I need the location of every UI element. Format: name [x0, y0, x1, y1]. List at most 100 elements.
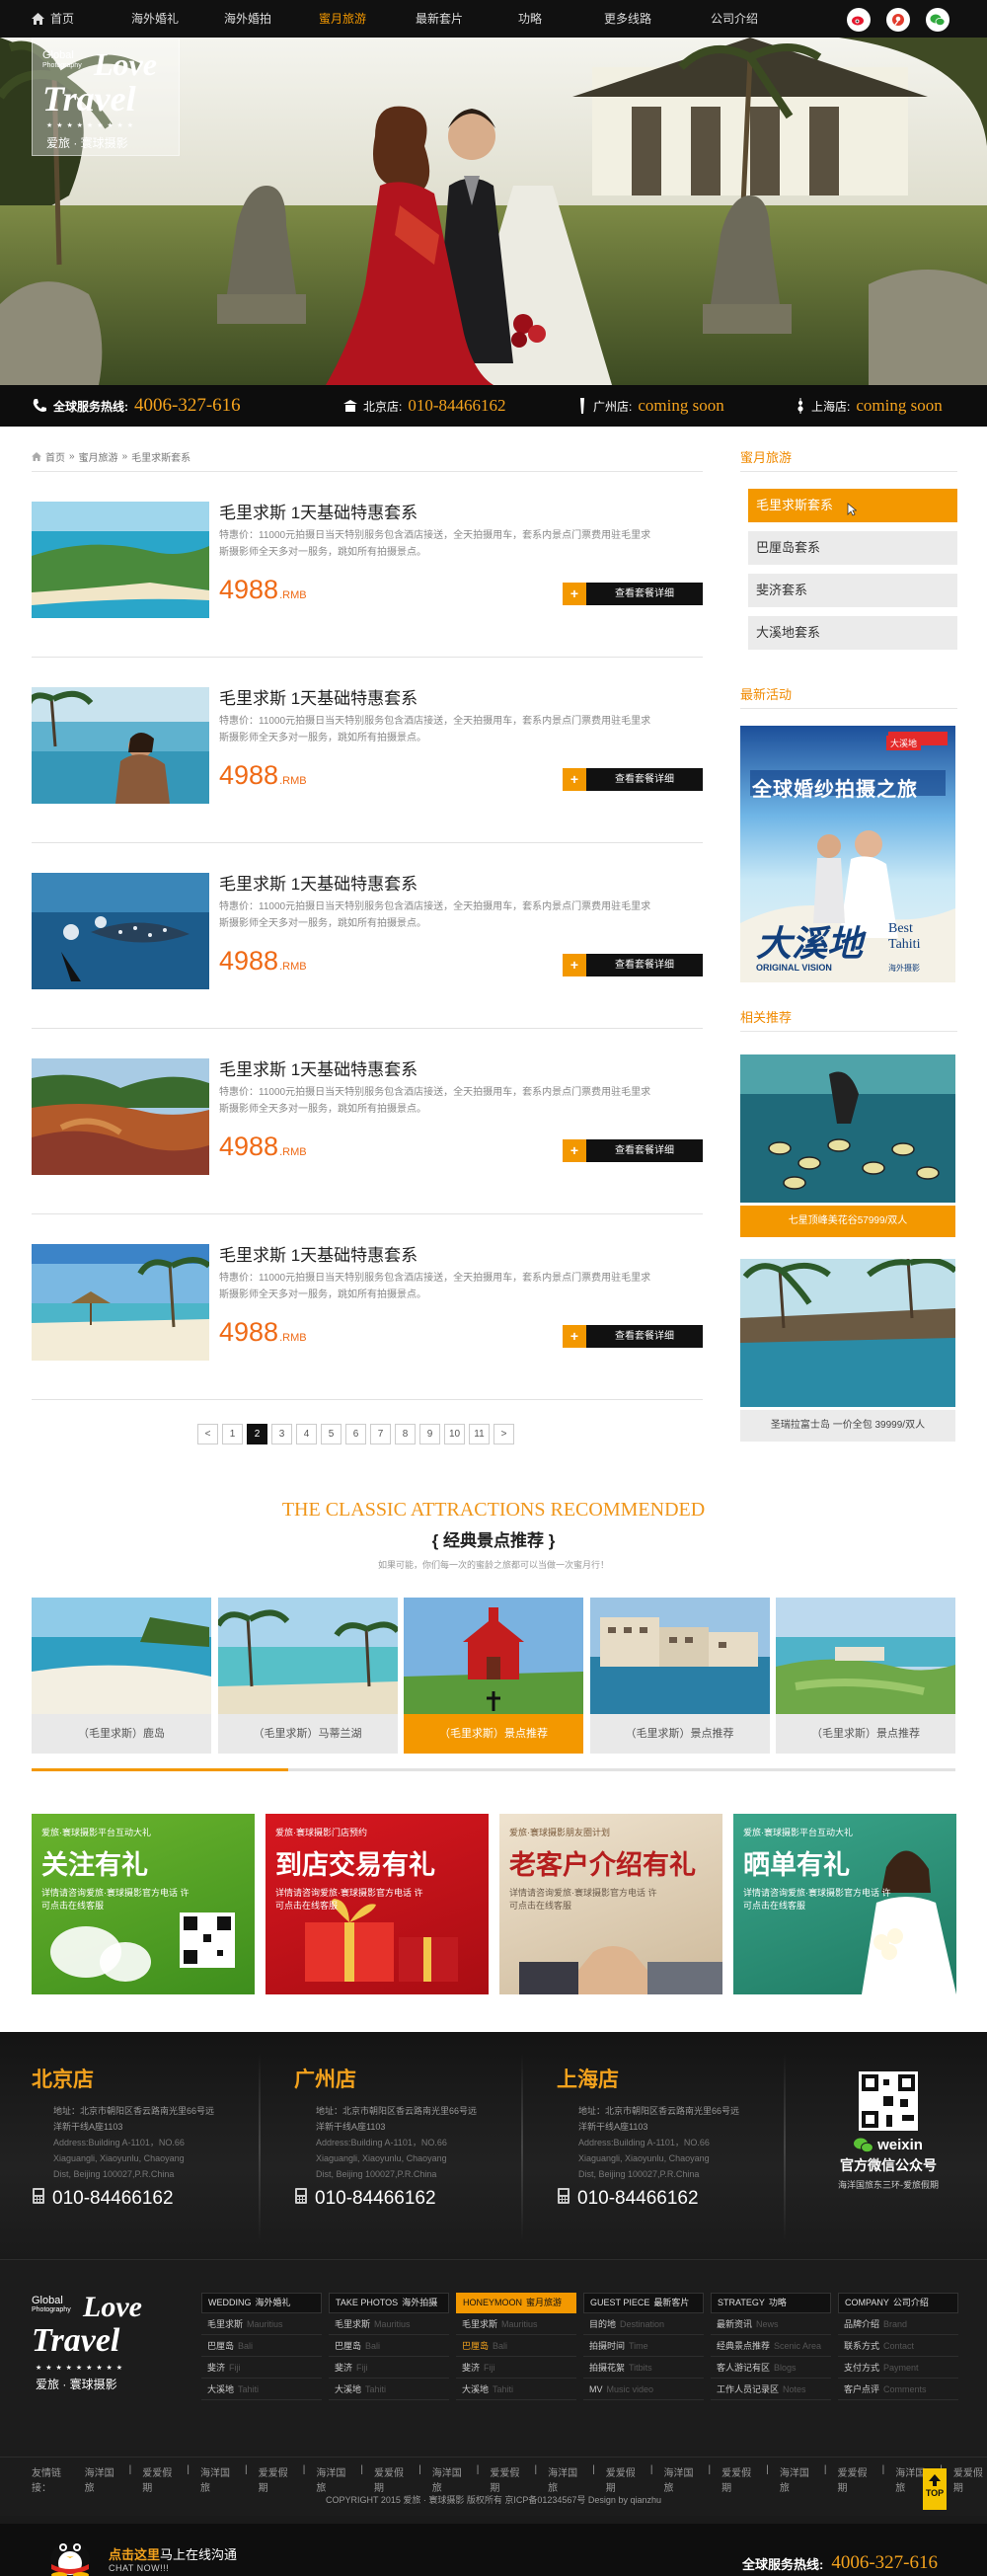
pager-page[interactable]: 9	[419, 1424, 440, 1444]
footer-nav-heading[interactable]: COMPANY 公司介绍	[838, 2293, 958, 2313]
friend-link[interactable]: 海洋国旅	[780, 2464, 813, 2494]
package-thumbnail[interactable]	[32, 502, 209, 618]
package-title[interactable]: 毛里求斯 1天基础特惠套系	[219, 684, 418, 709]
footer-nav-link[interactable]: 巴厘岛 Bali	[201, 2335, 322, 2357]
package-title[interactable]: 毛里求斯 1天基础特惠套系	[219, 499, 418, 523]
attraction-card[interactable]: （毛里求斯）马蒂兰湖	[217, 1598, 398, 1754]
package-thumbnail[interactable]	[32, 1244, 209, 1361]
view-package-button[interactable]: + 查看套餐详细	[563, 1325, 703, 1348]
tencent-weibo-icon[interactable]	[886, 8, 910, 32]
footer-nav-link[interactable]: 巴厘岛 Bali	[329, 2335, 449, 2357]
friend-link[interactable]: 海洋国旅	[316, 2464, 349, 2494]
nav-home[interactable]: 首页	[0, 0, 109, 38]
sidebar-menu-item[interactable]: 大溪地套系	[748, 616, 957, 650]
pager-prev[interactable]: <	[197, 1424, 218, 1444]
friend-link[interactable]: 爱爱假期	[953, 2464, 987, 2494]
pager-page[interactable]: 1	[222, 1424, 243, 1444]
pager-page[interactable]: 3	[271, 1424, 292, 1444]
friend-link[interactable]: 爱爱假期	[721, 2464, 755, 2494]
footer-nav-link[interactable]: 支付方式 Payment	[838, 2357, 958, 2379]
nav-item[interactable]: 最新套片	[391, 0, 488, 38]
package-thumbnail[interactable]	[32, 1058, 209, 1175]
package-thumbnail[interactable]	[32, 687, 209, 804]
breadcrumb-home[interactable]: 首页	[45, 449, 65, 464]
breadcrumb-honeymoon[interactable]: 蜜月旅游	[79, 449, 118, 464]
promo-store-visit[interactable]: 爱旅·寰球摄影门店预约 到店交易有礼 详情请咨询爱旅·寰球摄影官方电话 许可点击…	[266, 1814, 489, 1994]
package-thumbnail[interactable]	[32, 873, 209, 989]
view-package-button[interactable]: + 查看套餐详细	[563, 583, 703, 605]
friend-link[interactable]: 爱爱假期	[490, 2464, 523, 2494]
attraction-card[interactable]: （毛里求斯）景点推荐	[404, 1598, 583, 1754]
view-package-button[interactable]: + 查看套餐详细	[563, 954, 703, 976]
friend-link[interactable]: 爱爱假期	[142, 2464, 176, 2494]
footer-nav-link[interactable]: 经典景点推荐 Scenic Area	[711, 2335, 831, 2357]
footer-nav-link[interactable]: 联系方式 Contact	[838, 2335, 958, 2357]
attraction-card[interactable]: （毛里求斯）景点推荐	[776, 1598, 955, 1754]
footer-nav-link[interactable]: 目的地 Destination	[583, 2313, 704, 2335]
pager-page[interactable]: 10	[444, 1424, 465, 1444]
view-package-button[interactable]: + 查看套餐详细	[563, 1139, 703, 1162]
back-to-top-button[interactable]: TOP	[923, 2468, 947, 2510]
footer-nav-link[interactable]: 巴厘岛 Bali	[456, 2335, 576, 2357]
promo-referral[interactable]: 爱旅·寰球摄影朋友圈计划 老客户介绍有礼 详情请咨询爱旅·寰球摄影官方电话 许可…	[499, 1814, 722, 1994]
nav-item[interactable]: 蜜月旅游	[294, 0, 391, 38]
footer-nav-link[interactable]: 毛里求斯 Mauritius	[329, 2313, 449, 2335]
sidebar-menu-item[interactable]: 巴厘岛套系	[748, 531, 957, 565]
footer-nav-link[interactable]: 客人游记有区 Blogs	[711, 2357, 831, 2379]
site-logo[interactable]: Global Photography Love Travel ★ ★ ★ ★ ★…	[32, 38, 180, 156]
friend-link[interactable]: 爱爱假期	[374, 2464, 408, 2494]
package-title[interactable]: 毛里求斯 1天基础特惠套系	[219, 1241, 418, 1266]
related-card[interactable]: 圣瑞拉富士岛 一价全包 39999/双人	[740, 1257, 957, 1442]
nav-item[interactable]: 更多线路	[572, 0, 683, 38]
friend-link[interactable]: 爱爱假期	[838, 2464, 872, 2494]
footer-nav-heading[interactable]: HONEYMOON 蜜月旅游	[456, 2293, 576, 2313]
footer-nav-link[interactable]: 品牌介绍 Brand	[838, 2313, 958, 2335]
wechat-icon[interactable]	[926, 8, 949, 32]
footer-nav-heading[interactable]: GUEST PIECE 最新客片	[583, 2293, 704, 2313]
sidebar-menu-item[interactable]: 毛里求斯套系	[748, 489, 957, 522]
promo-share[interactable]: 爱旅·寰球摄影平台互动大礼 晒单有礼 详情请咨询爱旅·寰球摄影官方电话 许可点击…	[733, 1814, 956, 1994]
nav-item[interactable]: 功略	[488, 0, 572, 38]
footer-nav-link[interactable]: 拍摄时间 Time	[583, 2335, 704, 2357]
nav-item[interactable]: 海外婚礼	[109, 0, 201, 38]
online-chat-link[interactable]: 点击这里马上在线沟通 CHAT NOW!!!	[109, 2544, 237, 2573]
footer-nav-link[interactable]: 大溪地 Tahiti	[329, 2379, 449, 2400]
friend-link[interactable]: 爱爱假期	[259, 2464, 292, 2494]
pager-page[interactable]: 2	[247, 1424, 267, 1444]
promo-follow[interactable]: 爱旅·寰球摄影平台互动大礼 关注有礼 详情请咨询爱旅·寰球摄影官方电话 许可点击…	[32, 1814, 255, 1994]
footer-nav-link[interactable]: MV Music video	[583, 2379, 704, 2400]
package-title[interactable]: 毛里求斯 1天基础特惠套系	[219, 1055, 418, 1080]
pager-page[interactable]: 7	[370, 1424, 391, 1444]
view-package-button[interactable]: + 查看套餐详细	[563, 768, 703, 791]
footer-nav-link[interactable]: 大溪地 Tahiti	[201, 2379, 322, 2400]
footer-nav-link[interactable]: 客户点评 Comments	[838, 2379, 958, 2400]
attraction-card[interactable]: （毛里求斯）鹿岛	[32, 1598, 211, 1754]
pager-page[interactable]: 5	[321, 1424, 342, 1444]
weibo-icon[interactable]	[847, 8, 871, 32]
attraction-card[interactable]: （毛里求斯）景点推荐	[589, 1598, 770, 1754]
activity-poster[interactable]: 大溪地 全球婚纱拍摄之旅 大溪地 Best Tahiti ORIGINAL VI…	[740, 726, 955, 982]
pager-page[interactable]: 11	[469, 1424, 490, 1444]
related-card[interactable]: 七星顶峰美花谷57999/双人	[740, 1054, 955, 1237]
friend-link[interactable]: 海洋国旅	[432, 2464, 466, 2494]
footer-logo[interactable]: Global Photography Love Travel ★ ★ ★ ★ ★…	[32, 2291, 170, 2399]
pager-next[interactable]: >	[494, 1424, 514, 1444]
pager-page[interactable]: 8	[395, 1424, 416, 1444]
footer-nav-link[interactable]: 工作人员记录区 Notes	[711, 2379, 831, 2400]
footer-nav-heading[interactable]: STRATEGY 功略	[711, 2293, 831, 2313]
footer-nav-link[interactable]: 斐济 Fiji	[329, 2357, 449, 2379]
friend-link[interactable]: 海洋国旅	[200, 2464, 234, 2494]
wechat-qr-code[interactable]	[859, 2071, 918, 2131]
sidebar-menu-item[interactable]: 斐济套系	[748, 574, 957, 607]
friend-link[interactable]: 爱爱假期	[606, 2464, 640, 2494]
pager-page[interactable]: 4	[296, 1424, 317, 1444]
footer-nav-heading[interactable]: WEDDING 海外婚礼	[201, 2293, 322, 2313]
footer-nav-link[interactable]: 斐济 Fiji	[201, 2357, 322, 2379]
package-title[interactable]: 毛里求斯 1天基础特惠套系	[219, 870, 418, 895]
qq-penguin-icon[interactable]	[39, 2530, 101, 2576]
nav-item[interactable]: 公司介绍	[683, 0, 786, 38]
footer-nav-link[interactable]: 毛里求斯 Mauritius	[456, 2313, 576, 2335]
friend-link[interactable]: 海洋国旅	[663, 2464, 697, 2494]
nav-item[interactable]: 海外婚拍	[201, 0, 294, 38]
friend-link[interactable]: 海洋国旅	[85, 2464, 118, 2494]
